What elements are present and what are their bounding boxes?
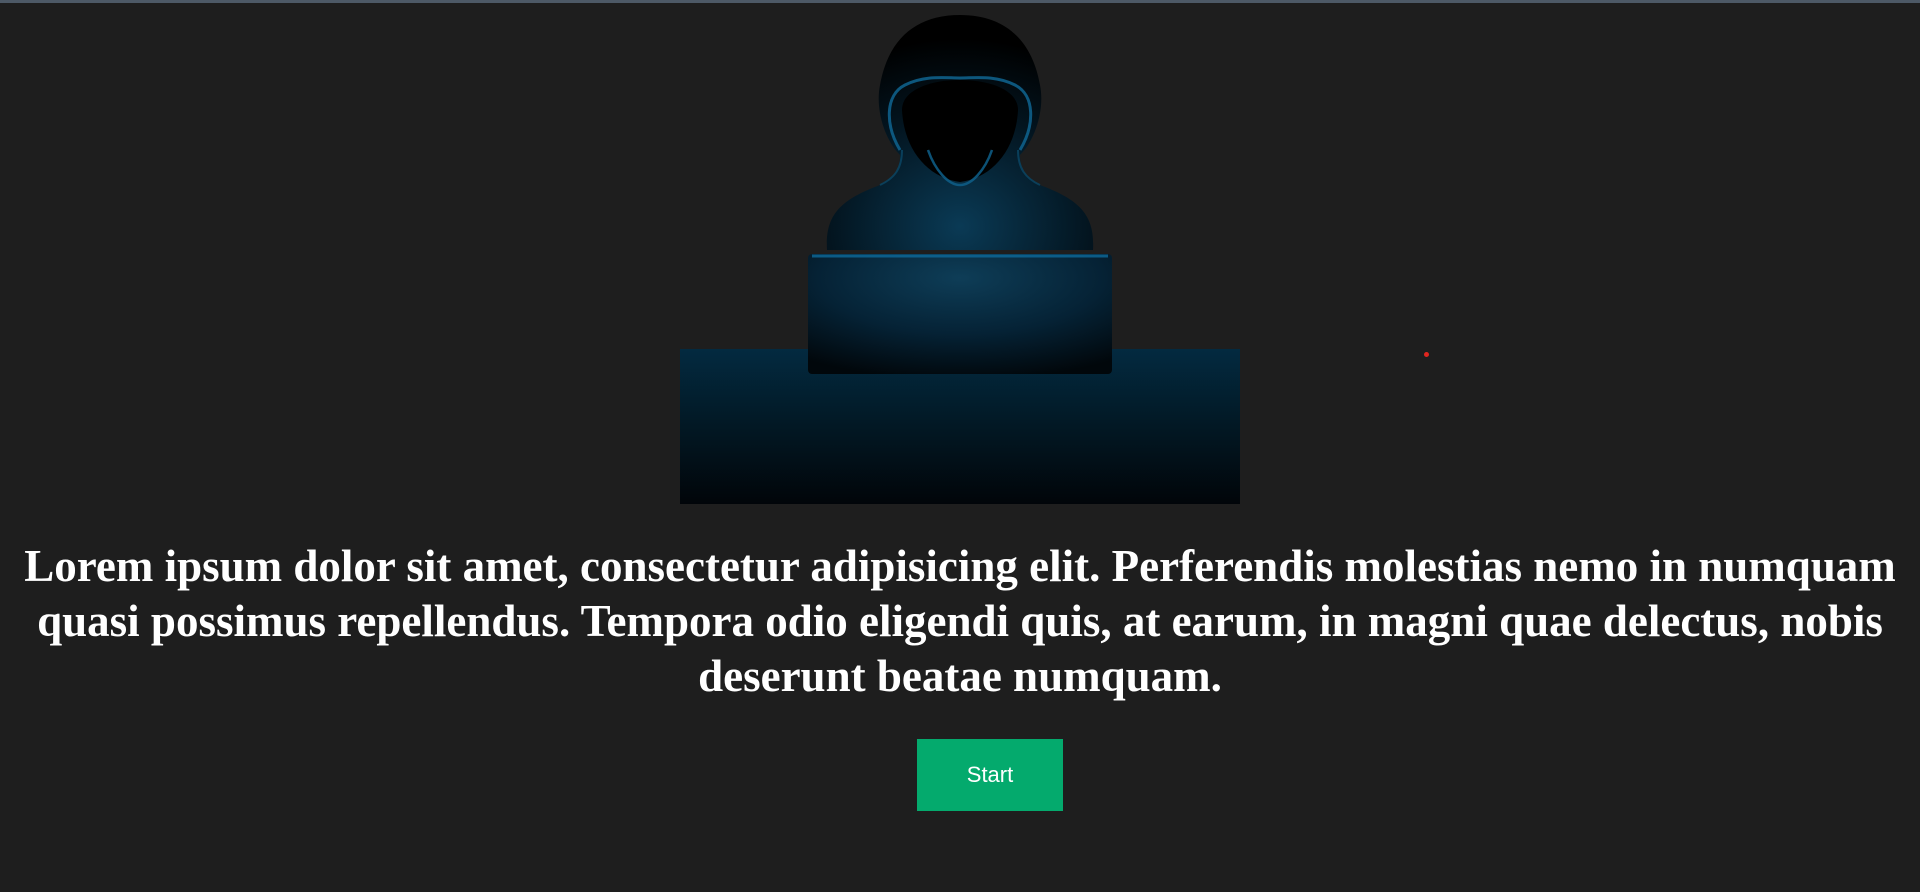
red-dot-marker	[1424, 352, 1429, 357]
hooded-hacker-icon	[680, 15, 1240, 504]
hacker-illustration	[680, 0, 1240, 504]
start-button[interactable]: Start	[917, 739, 1063, 811]
headline-text: Lorem ipsum dolor sit amet, consectetur …	[24, 541, 1896, 701]
